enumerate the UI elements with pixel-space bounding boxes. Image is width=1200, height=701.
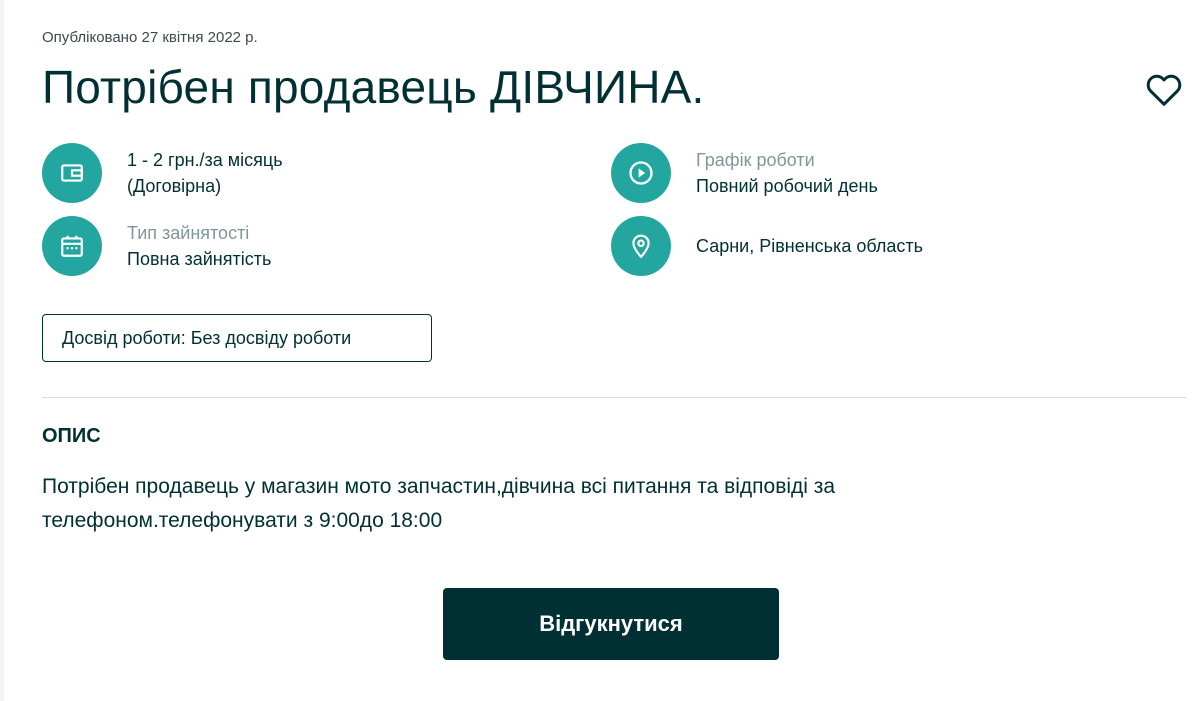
employment-feature: Тип зайнятості Повна зайнятість bbox=[42, 216, 271, 276]
salary-range: 1 - 2 грн./за місяць bbox=[127, 150, 283, 170]
calendar-icon bbox=[61, 235, 83, 257]
description-line: телефоном.телефонувати з 9:00до 18:00 bbox=[42, 509, 443, 532]
salary-note: (Договірна) bbox=[127, 176, 222, 196]
location-icon-circle bbox=[611, 216, 671, 276]
employment-value: Повна зайнятість bbox=[127, 249, 272, 269]
wallet-icon bbox=[61, 164, 83, 182]
description-text: Потрібен продавець у магазин мото запчас… bbox=[42, 470, 1042, 538]
heart-icon bbox=[1146, 74, 1182, 106]
published-date: Опубліковано 27 квітня 2022 р. bbox=[42, 29, 258, 46]
schedule-value: Повний робочий день bbox=[696, 176, 878, 196]
job-card: Опубліковано 27 квітня 2022 р. Потрібен … bbox=[0, 0, 1200, 701]
schedule-feature: Графік роботи Повний робочий день bbox=[611, 143, 878, 203]
description-title: ОПИС bbox=[42, 425, 101, 447]
salary-icon-circle bbox=[42, 143, 102, 203]
page-title: Потрібен продавець ДІВЧИНА. bbox=[42, 61, 705, 113]
salary-feature: 1 - 2 грн./за місяць (Договірна) bbox=[42, 143, 283, 203]
respond-button[interactable]: Відгукнутися bbox=[443, 588, 779, 660]
experience-tag[interactable]: Досвід роботи: Без досвіду роботи bbox=[42, 314, 432, 362]
employment-icon-circle bbox=[42, 216, 102, 276]
schedule-icon-circle bbox=[611, 143, 671, 203]
clock-icon bbox=[629, 161, 653, 185]
location-feature: Сарни, Рівненська область bbox=[611, 216, 923, 276]
favorite-button[interactable] bbox=[1144, 70, 1184, 110]
description-line: Потрібен продавець у магазин мото запчас… bbox=[42, 475, 836, 498]
divider bbox=[42, 397, 1186, 398]
schedule-label: Графік роботи bbox=[696, 150, 815, 170]
location-pin-icon bbox=[632, 234, 650, 258]
location-value: Сарни, Рівненська область bbox=[696, 236, 923, 256]
employment-label: Тип зайнятості bbox=[127, 223, 250, 243]
